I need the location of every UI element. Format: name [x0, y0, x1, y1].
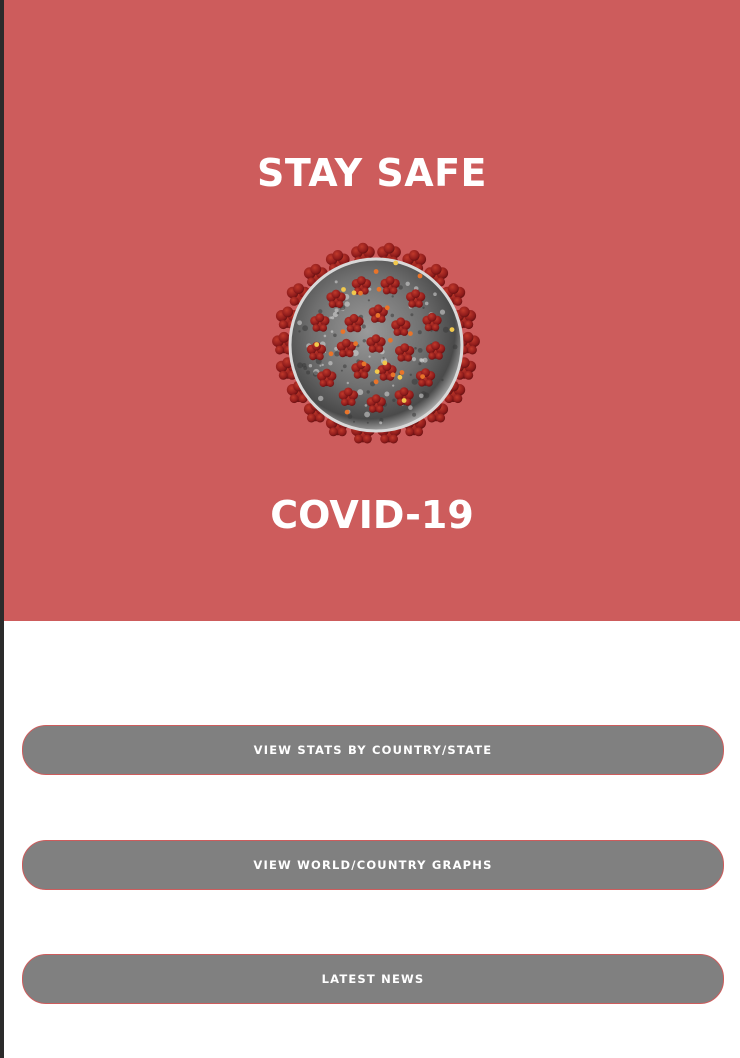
- latest-news-button[interactable]: LATEST NEWS: [22, 954, 724, 1004]
- hero-subtitle: COVID-19: [270, 493, 474, 537]
- coronavirus-icon: [264, 235, 489, 455]
- view-stats-button[interactable]: VIEW STATS BY COUNTRY/STATE: [22, 725, 724, 775]
- hero-banner: STAY SAFE COVID-19: [4, 0, 740, 621]
- view-graphs-button[interactable]: VIEW WORLD/COUNTRY GRAPHS: [22, 840, 724, 890]
- home-page: STAY SAFE COVID-19 VIEW STATS BY COUNTRY…: [0, 0, 740, 1058]
- hero-title: STAY SAFE: [256, 151, 488, 195]
